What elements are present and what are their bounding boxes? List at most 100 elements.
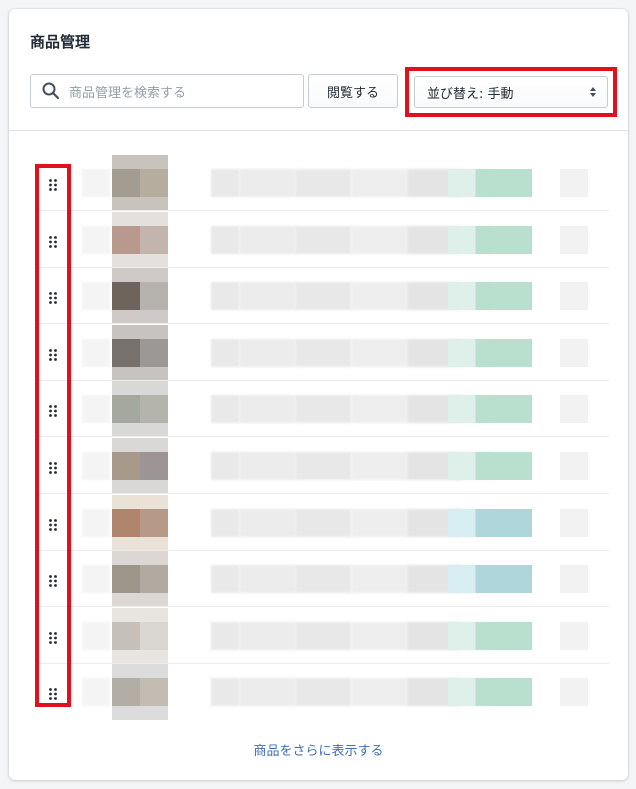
thumbnail-pixel <box>112 608 140 622</box>
status-badge <box>448 565 532 593</box>
redacted-text-block <box>351 565 407 593</box>
redacted-text-block <box>82 678 110 706</box>
product-row[interactable] <box>39 325 609 381</box>
thumbnail-pixel <box>140 212 168 226</box>
product-row[interactable] <box>39 212 609 268</box>
product-thumbnail <box>112 551 168 607</box>
thumbnail-pixel <box>140 381 168 395</box>
redacted-text-block <box>211 452 239 480</box>
redacted-value-block <box>560 226 588 254</box>
redacted-text-block <box>239 452 295 480</box>
thumbnail-pixel <box>140 551 168 565</box>
product-row[interactable] <box>39 438 609 494</box>
redacted-text-block <box>239 282 295 310</box>
thumbnail-pixel <box>140 169 168 197</box>
select-caret-icon <box>589 86 597 98</box>
redacted-text-block <box>295 282 351 310</box>
thumbnail-pixel <box>112 268 140 282</box>
thumbnail-pixel <box>112 254 140 268</box>
redacted-text-block <box>295 678 351 706</box>
status-badge <box>448 395 532 423</box>
thumbnail-pixel <box>140 325 168 339</box>
redacted-text-block <box>82 282 110 310</box>
redacted-text-block <box>211 622 239 650</box>
thumbnail-pixel <box>140 254 168 268</box>
thumbnail-pixel <box>140 282 168 310</box>
row-divider <box>39 606 609 607</box>
thumbnail-pixel <box>112 212 140 226</box>
redacted-text-block <box>351 282 407 310</box>
status-badge <box>448 622 532 650</box>
product-row[interactable] <box>39 381 609 437</box>
thumbnail-pixel <box>140 608 168 622</box>
status-badge <box>448 226 532 254</box>
show-more-link[interactable]: 商品をさらに表示する <box>9 740 628 759</box>
thumbnail-pixel <box>112 706 140 720</box>
status-badge <box>448 339 532 367</box>
redacted-text-block <box>211 565 239 593</box>
product-row[interactable] <box>39 495 609 551</box>
redacted-text-block <box>351 395 407 423</box>
section-title: 商品管理 <box>30 33 91 51</box>
thumbnail-pixel <box>140 509 168 537</box>
redacted-text-block <box>239 509 295 537</box>
redacted-text-block <box>211 678 239 706</box>
redacted-text-block <box>239 395 295 423</box>
redacted-text-block <box>295 565 351 593</box>
redacted-value-block <box>560 678 588 706</box>
thumbnail-pixel <box>140 565 168 593</box>
status-badge <box>448 169 532 197</box>
thumbnail-pixel <box>140 367 168 381</box>
thumbnail-pixel <box>112 395 140 423</box>
redacted-text-block <box>82 395 110 423</box>
product-thumbnail <box>112 438 168 494</box>
redacted-value-block <box>560 565 588 593</box>
thumbnail-pixel <box>140 423 168 437</box>
product-row[interactable] <box>39 608 609 664</box>
redacted-text-block <box>351 226 407 254</box>
thumbnail-pixel <box>140 678 168 706</box>
thumbnail-pixel <box>112 565 140 593</box>
product-row[interactable] <box>39 664 609 720</box>
redacted-text-block <box>351 622 407 650</box>
redacted-value-block <box>560 169 588 197</box>
thumbnail-pixel <box>112 495 140 509</box>
redacted-text-block <box>82 339 110 367</box>
product-thumbnail <box>112 155 168 211</box>
drag-handles-highlight-frame <box>35 164 71 707</box>
redacted-text-block <box>351 509 407 537</box>
product-thumbnail <box>112 325 168 381</box>
redacted-text-block <box>295 622 351 650</box>
thumbnail-pixel <box>140 480 168 494</box>
product-row[interactable] <box>39 155 609 211</box>
thumbnail-pixel <box>112 339 140 367</box>
thumbnail-pixel <box>112 593 140 607</box>
thumbnail-pixel <box>140 593 168 607</box>
redacted-text-block <box>295 395 351 423</box>
search-placeholder: 商品管理を検索する <box>69 85 187 101</box>
product-thumbnail <box>112 495 168 551</box>
thumbnail-pixel <box>112 551 140 565</box>
sort-select[interactable]: 並び替え: 手動 <box>414 76 608 108</box>
thumbnail-pixel <box>140 395 168 423</box>
browse-button[interactable]: 閲覧する <box>308 74 398 108</box>
status-badge <box>448 452 532 480</box>
row-divider <box>39 323 609 324</box>
redacted-text-block <box>351 169 407 197</box>
product-row[interactable] <box>39 268 609 324</box>
product-thumbnail <box>112 664 168 720</box>
redacted-text-block <box>239 622 295 650</box>
redacted-text-block <box>239 226 295 254</box>
redacted-value-block <box>560 452 588 480</box>
product-thumbnail <box>112 268 168 324</box>
thumbnail-pixel <box>140 339 168 367</box>
search-input[interactable]: 商品管理を検索する <box>30 74 304 108</box>
redacted-text-block <box>295 452 351 480</box>
thumbnail-pixel <box>140 452 168 480</box>
product-row[interactable] <box>39 551 609 607</box>
thumbnail-pixel <box>112 367 140 381</box>
redacted-text-block <box>295 339 351 367</box>
product-thumbnail <box>112 608 168 664</box>
thumbnail-pixel <box>140 268 168 282</box>
redacted-text-block <box>211 226 239 254</box>
